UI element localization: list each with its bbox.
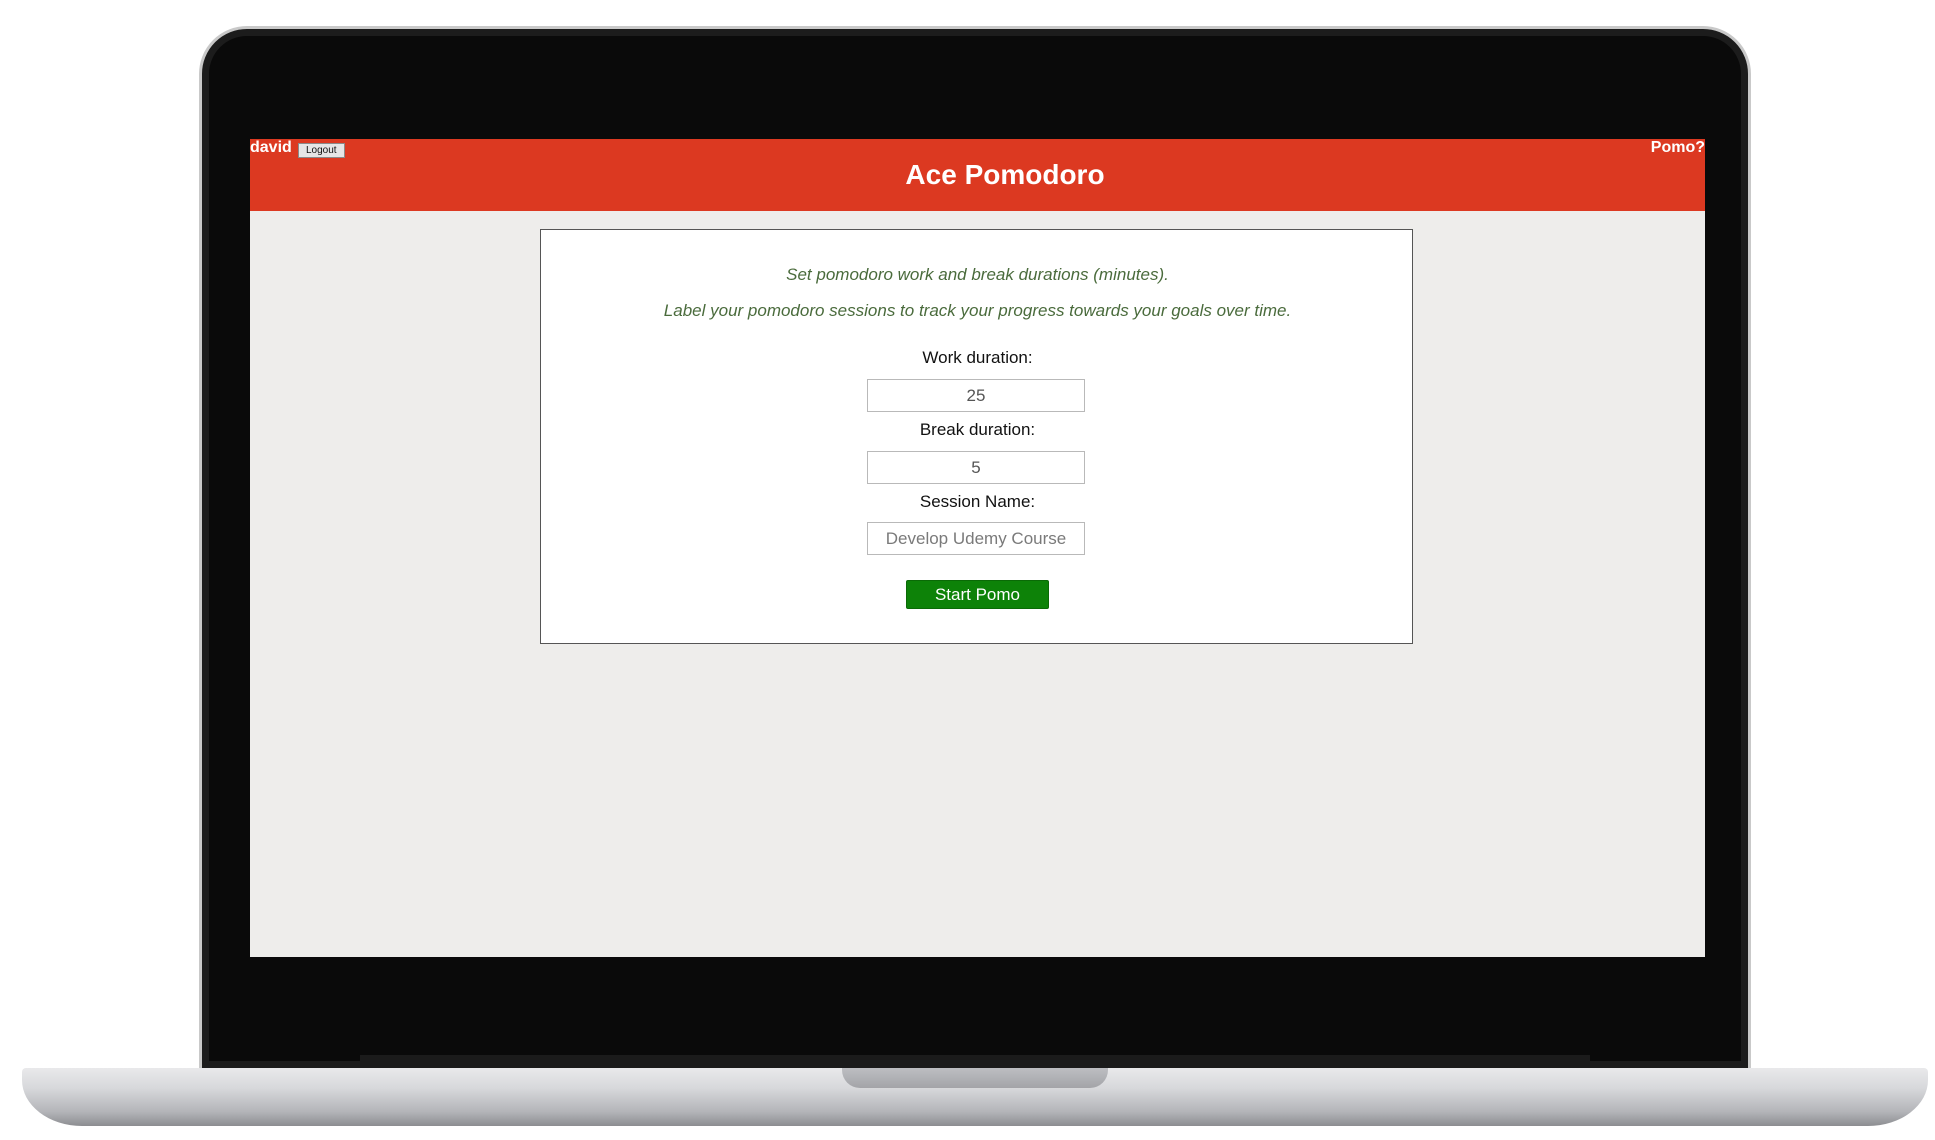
- info-labels: Label your pomodoro sessions to track yo…: [663, 301, 1292, 320]
- laptop-notch: [842, 1068, 1108, 1088]
- work-duration-input[interactable]: [867, 379, 1085, 412]
- work-duration-label: Work duration:: [922, 348, 1033, 367]
- page-title: Ace Pomodoro: [905, 159, 1105, 190]
- laptop-hinge: [360, 1055, 1590, 1068]
- settings-card: Set pomodoro work and break durations (m…: [540, 229, 1413, 644]
- info-durations: Set pomodoro work and break durations (m…: [786, 265, 1169, 284]
- session-name-input[interactable]: [867, 522, 1085, 555]
- app-screen: david Logout Ace Pomodoro Pomo? Set pomo…: [250, 139, 1705, 957]
- logout-button[interactable]: Logout: [298, 143, 345, 158]
- username: david: [250, 139, 292, 156]
- app-header: david Logout Ace Pomodoro Pomo?: [250, 139, 1705, 211]
- session-name-label: Session Name:: [919, 492, 1036, 511]
- pomo-help-link[interactable]: Pomo?: [1651, 139, 1705, 157]
- start-pomo-button[interactable]: Start Pomo: [906, 580, 1049, 609]
- break-duration-input[interactable]: [867, 451, 1085, 484]
- break-duration-label: Break duration:: [919, 420, 1036, 439]
